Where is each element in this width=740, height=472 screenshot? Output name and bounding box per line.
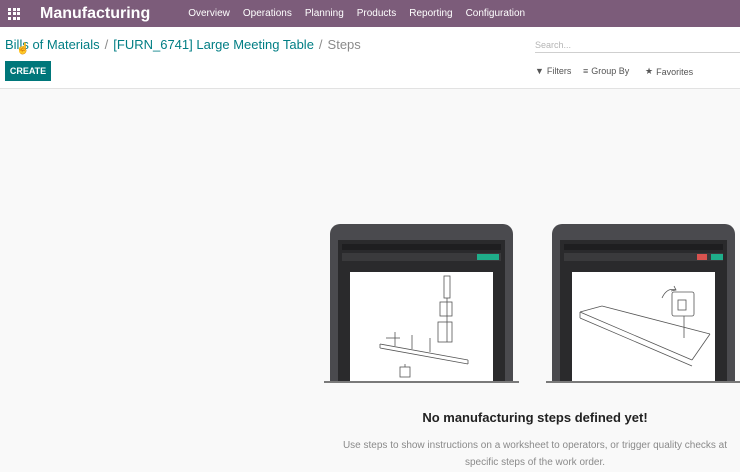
menu-item-planning[interactable]: Planning bbox=[305, 8, 344, 19]
tablet-screen bbox=[560, 240, 727, 381]
quality-drawing bbox=[579, 285, 711, 367]
star-icon: ★ bbox=[645, 66, 654, 76]
worksheet-page bbox=[350, 272, 493, 381]
app-title[interactable]: Manufacturing bbox=[40, 5, 150, 23]
create-button[interactable]: CREATE bbox=[5, 61, 51, 81]
breadcrumb-separator: / bbox=[318, 37, 323, 52]
worksheet-page bbox=[572, 272, 715, 381]
search-input[interactable] bbox=[535, 37, 740, 53]
tablet-stand bbox=[324, 381, 519, 383]
filter-icon: ▼ bbox=[535, 66, 544, 76]
menu-item-configuration[interactable]: Configuration bbox=[466, 8, 525, 19]
tablet-header-bar bbox=[564, 244, 723, 250]
tablet-green-button bbox=[711, 254, 723, 260]
group-by-dropdown[interactable]: ≡ Group By bbox=[583, 66, 629, 76]
main-menu: Overview Operations Planning Products Re… bbox=[188, 8, 538, 19]
control-panel: Bills of Materials / [FURN_6741] Large Mee… bbox=[0, 27, 740, 89]
filters-label: Filters bbox=[546, 66, 572, 76]
favorites-label: Favorites bbox=[656, 66, 694, 77]
menu-item-reporting[interactable]: Reporting bbox=[409, 8, 452, 19]
breadcrumb-bom-record[interactable]: [FURN_6741] Large Meeting Table bbox=[113, 37, 314, 52]
group-by-label: Group By bbox=[591, 66, 630, 76]
tablet-header-bar bbox=[342, 244, 501, 250]
breadcrumb: Bills of Materials / [FURN_6741] Large Mee… bbox=[5, 37, 361, 52]
group-by-icon: ≡ bbox=[583, 66, 589, 76]
filters-dropdown[interactable]: ▼ Filters bbox=[535, 66, 571, 76]
menu-item-products[interactable]: Products bbox=[357, 8, 396, 19]
tablet-red-button bbox=[697, 254, 707, 260]
assembly-drawing bbox=[379, 275, 469, 378]
menu-item-operations[interactable]: Operations bbox=[243, 8, 292, 19]
tablet-illustration-quality bbox=[552, 224, 735, 381]
tablet-illustration-assembly bbox=[330, 224, 513, 381]
empty-state-description: Use steps to show instructions on a work… bbox=[342, 440, 728, 468]
menu-item-overview[interactable]: Overview bbox=[188, 8, 230, 19]
breadcrumb-current: Steps bbox=[327, 37, 361, 52]
tablet-stand bbox=[546, 381, 740, 383]
apps-grid-icon[interactable] bbox=[0, 0, 28, 27]
favorites-dropdown[interactable]: ★ Favorites bbox=[645, 66, 693, 77]
breadcrumb-separator: / bbox=[104, 37, 109, 52]
tablet-green-button bbox=[477, 254, 499, 260]
tablet-screen bbox=[338, 240, 505, 381]
empty-state-title: No manufacturing steps defined yet! bbox=[422, 410, 648, 425]
top-navbar: Manufacturing Overview Operations Planni… bbox=[0, 0, 740, 27]
breadcrumb-bills-of-materials[interactable]: Bills of Materials bbox=[5, 37, 100, 52]
